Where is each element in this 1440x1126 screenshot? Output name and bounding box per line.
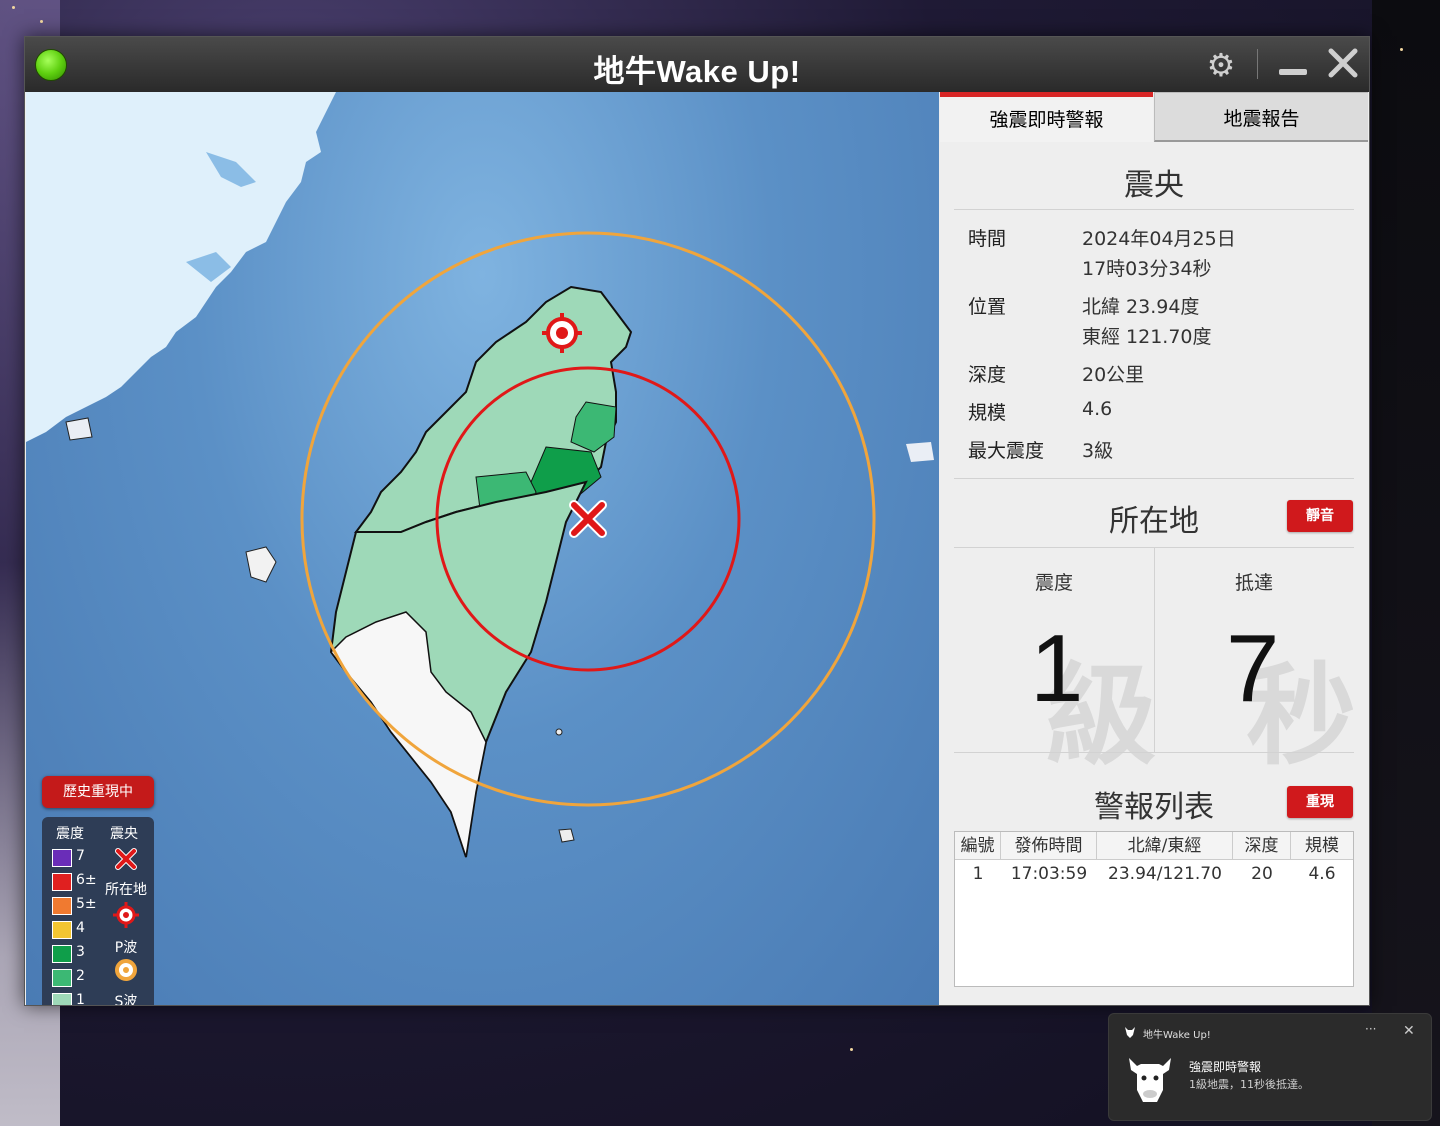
magnitude-value: 4.6 <box>1082 398 1113 420</box>
latitude-value: 北緯 23.94度 <box>1082 296 1200 318</box>
close-icon <box>1328 48 1358 78</box>
depth-label: 深度 <box>968 364 1007 386</box>
legend-level-label: 2 <box>76 968 85 984</box>
desktop-wallpaper-right <box>1372 0 1440 1126</box>
column-header-depth[interactable]: 深度 <box>1233 832 1291 860</box>
arrival-seconds-value: 7 <box>1226 615 1280 722</box>
history-replay-button[interactable]: 歷史重現中 <box>42 776 154 808</box>
island <box>65 417 93 441</box>
legend-level-label: 4 <box>76 920 85 936</box>
toast-close-button[interactable]: ✕ <box>1403 1023 1415 1039</box>
legend-swatch-3 <box>52 945 72 963</box>
time-date-value: 2024年04月25日 <box>1082 228 1236 250</box>
app-window: 地牛Wake Up! ⚙ 歷史重現中 震度 震央 7 6± 5± 4 3 2 1… <box>24 36 1370 1006</box>
legend-level-label: 5± <box>76 896 97 912</box>
longitude-value: 東經 121.70度 <box>1082 326 1212 348</box>
orchid-island <box>558 828 575 843</box>
alert-list-table[interactable]: 編號 發佈時間 北緯/東經 深度 規模 1 17:03:59 23.94/121… <box>954 831 1354 987</box>
epicenter-marker-icon <box>569 500 607 538</box>
legend-swatch-4 <box>52 921 72 939</box>
time-label: 時間 <box>968 228 1007 250</box>
table-cell[interactable]: 1 <box>955 860 1001 888</box>
time-clock-value: 17時03分34秒 <box>1082 258 1212 280</box>
table-cell[interactable]: 17:03:59 <box>1001 860 1097 888</box>
table-cell[interactable]: 20 <box>1233 860 1291 888</box>
cow-logo-icon <box>1129 1058 1171 1102</box>
minimize-icon <box>1279 69 1307 75</box>
divider <box>954 209 1354 210</box>
legend-level-label: 7 <box>76 848 85 864</box>
tab-realtime-alert[interactable]: 強震即時警報 <box>940 92 1153 142</box>
legend-s-wave-label: S波 <box>114 994 138 1005</box>
legend-swatch-7 <box>52 849 72 867</box>
max-intensity-value: 3級 <box>1082 440 1114 462</box>
title-bar[interactable]: 地牛Wake Up! ⚙ <box>25 37 1369 92</box>
legend-swatch-5 <box>52 897 72 915</box>
legend-swatch-2 <box>52 969 72 987</box>
earthquake-map[interactable]: 歷史重現中 震度 震央 7 6± 5± 4 3 2 1 0 所在地 <box>26 92 939 1005</box>
notification-toast[interactable]: 地牛Wake Up! ··· ✕ 強震即時警報 1級地震，11秒後抵達。 <box>1108 1013 1432 1121</box>
legend-p-wave-label: P波 <box>114 940 138 956</box>
legend-epicenter-icon <box>115 848 137 870</box>
info-panel: 強震即時警報 地震報告 震央 時間 2024年04月25日 17時03分34秒 … <box>940 92 1368 1004</box>
toast-message: 1級地震，11秒後抵達。 <box>1189 1078 1309 1091</box>
column-header-id[interactable]: 編號 <box>955 832 1001 860</box>
wallpaper-star <box>12 6 15 9</box>
legend-p-wave-icon <box>115 959 137 981</box>
island <box>906 442 934 462</box>
legend-swatch-6 <box>52 873 72 891</box>
replay-button[interactable]: 重現 <box>1287 786 1353 818</box>
green-island <box>555 728 563 736</box>
title-bar-separator <box>1257 49 1258 79</box>
map-legend: 震度 震央 7 6± 5± 4 3 2 1 0 所在地 <box>42 817 154 1005</box>
column-header-time[interactable]: 發佈時間 <box>1001 832 1097 860</box>
local-intensity-header: 震度 <box>1034 572 1073 594</box>
legend-epicenter-header: 震央 <box>110 826 138 842</box>
penghu-islands <box>245 546 277 583</box>
toast-app-name: 地牛Wake Up! <box>1143 1030 1211 1041</box>
column-header-coords[interactable]: 北緯/東經 <box>1097 832 1233 860</box>
location-label: 位置 <box>968 296 1007 318</box>
toast-more-button[interactable]: ··· <box>1365 1022 1376 1036</box>
divider <box>954 752 1354 753</box>
table-cell[interactable]: 4.6 <box>1291 860 1353 888</box>
column-header-magnitude[interactable]: 規模 <box>1291 832 1353 860</box>
legend-location-icon <box>113 902 139 928</box>
wallpaper-star <box>40 20 43 23</box>
app-cow-icon <box>1125 1027 1135 1038</box>
divider <box>954 478 1354 479</box>
close-button[interactable] <box>1323 43 1363 83</box>
max-intensity-label: 最大震度 <box>968 440 1045 462</box>
legend-intensity-header: 震度 <box>56 826 84 842</box>
china-coastline <box>26 92 336 442</box>
wallpaper-star <box>1400 48 1403 51</box>
window-title: 地牛Wake Up! <box>593 54 801 89</box>
wallpaper-star <box>850 1048 853 1051</box>
epicenter-section-title: 震央 <box>1124 168 1184 203</box>
legend-swatch-1 <box>52 993 72 1005</box>
minimize-button[interactable] <box>1273 41 1313 81</box>
table-cell[interactable]: 23.94/121.70 <box>1097 860 1233 888</box>
legend-level-label: 1 <box>76 992 85 1005</box>
legend-level-label: 3 <box>76 944 85 960</box>
depth-value: 20公里 <box>1082 364 1145 386</box>
mute-button[interactable]: 靜音 <box>1287 500 1353 532</box>
local-intensity-value: 1 <box>1030 615 1084 722</box>
legend-level-label: 6± <box>76 872 97 888</box>
legend-location-label: 所在地 <box>105 882 147 898</box>
magnitude-label: 規模 <box>968 402 1007 424</box>
taiwan-map-svg <box>26 92 934 858</box>
tab-earthquake-report[interactable]: 地震報告 <box>1154 92 1368 142</box>
settings-gear-icon[interactable]: ⚙ <box>1201 45 1241 85</box>
arrival-header: 抵達 <box>1234 572 1273 594</box>
toast-title: 強震即時警報 <box>1189 1060 1262 1074</box>
